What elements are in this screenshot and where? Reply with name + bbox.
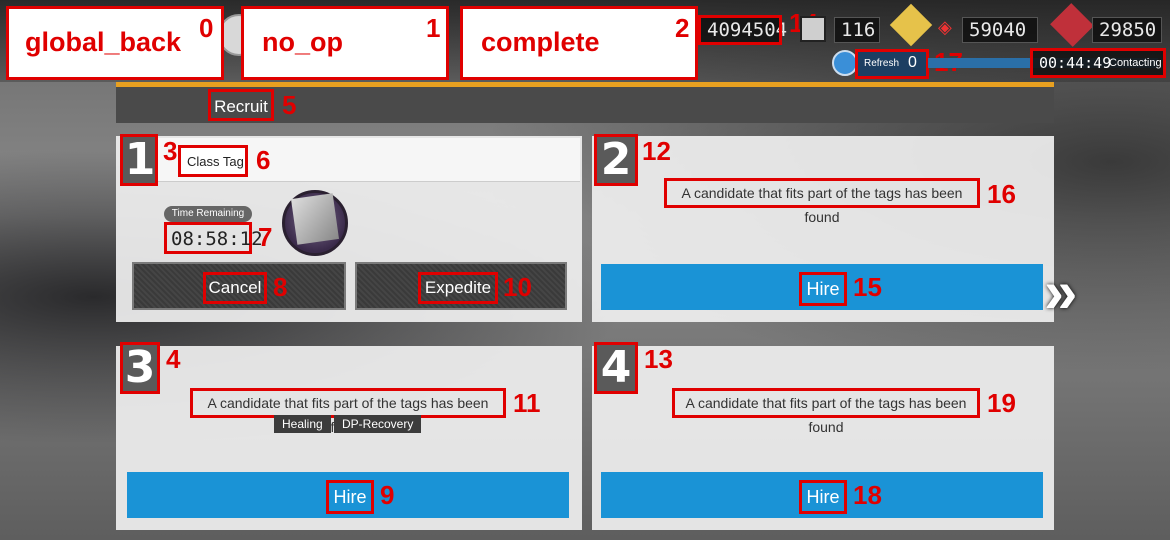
annotation-index-12: 12 <box>642 136 671 166</box>
lmd-annotation-box <box>698 15 782 45</box>
tag-chip-healing: Healing <box>274 415 331 433</box>
global-back-button[interactable]: global_back 0 <box>6 6 224 80</box>
annotation-index-0: 0 <box>199 13 214 43</box>
class-tag-text: Class Tag <box>187 154 244 169</box>
orundum-counter: 59040 <box>962 17 1038 43</box>
slot-3-number-box <box>120 342 160 394</box>
annotation-index-18: 18 <box>853 480 882 510</box>
annotation-index-16: 16 <box>987 179 1016 209</box>
slot-4-hire-label: Hire <box>799 480 847 514</box>
time-remaining-label: Time Remaining <box>171 208 245 219</box>
annotation-index-9: 9 <box>380 480 395 510</box>
sanity-counter: 116 <box>834 17 880 43</box>
time-remaining-value: 08:58:12 <box>171 228 263 250</box>
annotation-index-7: 7 <box>258 222 273 252</box>
slot-1-number-box <box>120 134 158 186</box>
refresh-annotation-box <box>855 49 929 79</box>
orundum-value: 59040 <box>969 19 1027 41</box>
slot-4-found-text: A candidate that fits part of the tags h… <box>672 388 980 435</box>
contact-status: Contacting <box>1109 57 1162 69</box>
slot-2-hire-label: Hire <box>799 272 847 306</box>
no-op-button[interactable]: no_op 1 <box>241 6 449 80</box>
slot-3-found-text: A candidate that fits part of the tags h… <box>190 388 506 435</box>
time-remaining-box: 08:58:12 <box>164 222 263 254</box>
slot-1-tag-label: Class Tag <box>178 145 248 177</box>
annotation-index-5: 5 <box>282 90 297 120</box>
annotation-index-13: 13 <box>644 344 673 374</box>
slot-2-found-text: A candidate that fits part of the tags h… <box>664 178 980 225</box>
annotation-index-4: 4 <box>166 344 181 374</box>
annotation-index-8: 8 <box>273 272 288 302</box>
slot-3-hire-label: Hire <box>326 480 374 514</box>
tag-chip-dp-recovery: DP-Recovery <box>334 415 422 433</box>
no-op-label: no_op <box>262 27 343 57</box>
annotation-index-1: 1 <box>426 13 441 43</box>
recruit-title: Recruit <box>208 89 274 121</box>
contact-timer: 00:44:49 <box>1039 54 1112 72</box>
originium-counter: 29850 <box>1092 17 1162 43</box>
originium-value: 29850 <box>1099 19 1157 41</box>
time-remaining-pill: Time Remaining <box>164 206 252 222</box>
slot-2-number-box <box>594 134 638 186</box>
complete-label: complete <box>481 27 600 57</box>
annotation-index-11: 11 <box>513 388 541 418</box>
annotation-index-15: 15 <box>853 272 882 302</box>
complete-button[interactable]: complete 2 <box>460 6 698 80</box>
sanity-value: 116 <box>841 19 876 41</box>
annotation-index-10: 10 <box>503 272 532 302</box>
cancel-label: Cancel <box>203 272 267 304</box>
annotation-index-2: 2 <box>675 13 690 43</box>
sanity-icon <box>800 16 826 42</box>
annotation-index-6: 6 <box>256 145 271 175</box>
timer-box: 00:44:49 Contacting <box>1030 48 1166 78</box>
permit-document-icon <box>291 193 339 245</box>
global-back-label: global_back <box>25 27 182 57</box>
annotation-index-3: 3 <box>163 136 178 166</box>
expedite-label: Expedite <box>418 272 498 304</box>
annotation-index-19: 19 <box>987 388 1016 418</box>
slot-4-number-box <box>594 342 638 394</box>
chevron-right-icon[interactable]: » <box>1044 262 1084 326</box>
